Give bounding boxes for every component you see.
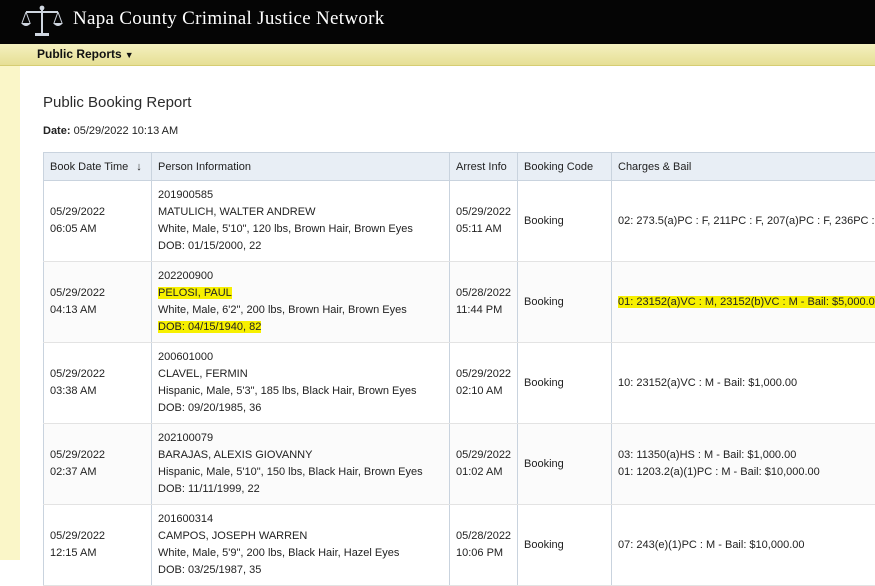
arrest-time: 01:02 AM [456,466,502,478]
sort-down-icon[interactable]: ↓ [136,161,142,173]
table-row: 05/29/2022 02:37 AM 202100079 BARAJAS, ALEX… [44,424,875,505]
charge-text: 03: 11350(a)HS : M - Bail: $1,000.00 [618,449,796,461]
person-dob: DOB: 11/11/1999, 22 [158,483,260,495]
book-date: 05/29/2022 [50,368,105,380]
book-date-time-cell: 05/29/2022 06:05 AM [44,181,152,262]
arrest-time: 10:06 PM [456,547,503,559]
public-reports-menu[interactable]: Public Reports▼ [37,47,134,61]
person-name: BARAJAS, ALEXIS GIOVANNY [158,449,312,461]
charges-bail-cell: 02: 273.5(a)PC : F, 211PC : F, 207(a)PC … [612,181,875,262]
charge-text: 01: 1203.2(a)(1)PC : M - Bail: $10,000.0… [618,466,820,478]
booking-code-cell: Booking [518,343,612,424]
person-description: Hispanic, Male, 5'10", 150 lbs, Black Ha… [158,466,423,478]
arrest-info-cell: 05/29/2022 05:11 AM [450,181,518,262]
person-information-cell: 201900585 MATULICH, WALTER ANDREW White, M… [152,181,450,262]
book-date-time-cell: 05/29/2022 02:37 AM [44,424,152,505]
column-header-arrest-info[interactable]: Arrest Info [450,153,518,181]
booking-number: 200601000 [158,351,213,363]
booking-number: 202100079 [158,432,213,444]
person-information-cell: 200601000 CLAVEL, FERMIN Hispanic, Male, 5… [152,343,450,424]
arrest-time: 11:44 PM [456,304,502,316]
booking-code-cell: Booking [518,181,612,262]
person-name: MATULICH, WALTER ANDREW [158,206,315,218]
top-header: Napa County Criminal Justice Network [0,0,875,44]
column-header-charges-bail[interactable]: Charges & Bail [612,153,875,181]
date-label: Date: [43,125,71,137]
table-row: 05/29/2022 12:15 AM 201600314 CAMPOS, JOSEP… [44,505,875,586]
book-date-time-cell: 05/29/2022 03:38 AM [44,343,152,424]
charge-text: 10: 23152(a)VC : M - Bail: $1,000.00 [618,377,797,389]
menu-bar: Public Reports▼ [0,44,875,66]
date-value: 05/29/2022 10:13 AM [74,125,179,137]
person-name: CAMPOS, JOSEPH WARREN [158,530,307,542]
charges-bail-cell: 10: 23152(a)VC : M - Bail: $1,000.00 [612,343,875,424]
book-date: 05/29/2022 [50,287,105,299]
charge-text: 07: 243(e)(1)PC : M - Bail: $10,000.00 [618,539,804,551]
book-time: 02:37 AM [50,466,96,478]
arrest-date: 05/28/2022 [456,287,511,299]
book-date-time-cell: 05/29/2022 04:13 AM [44,262,152,343]
arrest-time: 02:10 AM [456,385,502,397]
book-time: 12:15 AM [50,547,96,559]
person-description: Hispanic, Male, 5'3", 185 lbs, Black Hai… [158,385,417,397]
table-row: 05/29/2022 03:38 AM 200601000 CLAVEL, FERMI… [44,343,875,424]
public-reports-label: Public Reports [37,47,122,61]
main-content: Public Booking Report Date: 05/29/2022 1… [21,66,875,560]
person-description: White, Male, 6'2", 200 lbs, Brown Hair, … [158,304,407,316]
table-row: 05/29/2022 04:13 AM 202200900 PELOSI, PAUL W… [44,262,875,343]
arrest-date: 05/28/2022 [456,530,511,542]
person-name: CLAVEL, FERMIN [158,368,248,380]
book-time: 03:38 AM [50,385,96,397]
person-information-cell: 202200900 PELOSI, PAUL White, Male, 6'2", … [152,262,450,343]
person-description: White, Male, 5'10", 120 lbs, Brown Hair,… [158,223,413,235]
app-title: Napa County Criminal Justice Network [73,8,385,30]
arrest-info-cell: 05/28/2022 10:06 PM [450,505,518,586]
person-information-cell: 201600314 CAMPOS, JOSEPH WARREN White, Mal… [152,505,450,586]
report-date: Date: 05/29/2022 10:13 AM [43,125,178,137]
person-name: PELOSI, PAUL [158,287,232,299]
arrest-date: 05/29/2022 [456,449,511,461]
table-row: 05/29/2022 06:05 AM 201900585 MATULICH, WAL… [44,181,875,262]
book-date: 05/29/2022 [50,206,105,218]
arrest-info-cell: 05/29/2022 01:02 AM [450,424,518,505]
column-header-book-date-time[interactable]: Book Date Time↓ [44,153,152,181]
arrest-date: 05/29/2022 [456,368,511,380]
person-dob: DOB: 04/15/1940, 82 [158,321,261,333]
arrest-date: 05/29/2022 [456,206,511,218]
scales-of-justice-icon [20,4,64,38]
book-date: 05/29/2022 [50,449,105,461]
person-dob: DOB: 01/15/2000, 22 [158,240,261,252]
chevron-down-icon: ▼ [125,50,134,60]
charges-bail-cell: 01: 23152(a)VC : M, 23152(b)VC : M - Bai… [612,262,875,343]
book-date-time-cell: 05/29/2022 12:15 AM [44,505,152,586]
charge-text: 01: 23152(a)VC : M, 23152(b)VC : M - Bai… [618,296,875,308]
arrest-time: 05:11 AM [456,223,502,235]
person-dob: DOB: 09/20/1985, 36 [158,402,261,414]
arrest-info-cell: 05/28/2022 11:44 PM [450,262,518,343]
charges-bail-cell: 07: 243(e)(1)PC : M - Bail: $10,000.00 [612,505,875,586]
charge-text: 02: 273.5(a)PC : F, 211PC : F, 207(a)PC … [618,215,875,227]
column-header-person-information[interactable]: Person Information [152,153,450,181]
side-strip [0,66,20,560]
booking-code-cell: Booking [518,262,612,343]
book-time: 06:05 AM [50,223,96,235]
person-information-cell: 202100079 BARAJAS, ALEXIS GIOVANNY Hispani… [152,424,450,505]
person-description: White, Male, 5'9", 200 lbs, Black Hair, … [158,547,399,559]
arrest-info-cell: 05/29/2022 02:10 AM [450,343,518,424]
page-title: Public Booking Report [43,94,191,111]
charges-bail-cell: 03: 11350(a)HS : M - Bail: $1,000.00 01: … [612,424,875,505]
table-body: 05/29/2022 06:05 AM 201900585 MATULICH, WAL… [44,181,875,586]
booking-code-cell: Booking [518,505,612,586]
book-time: 04:13 AM [50,304,96,316]
booking-number: 201900585 [158,189,213,201]
booking-number: 201600314 [158,513,213,525]
booking-number: 202200900 [158,270,213,282]
booking-code-cell: Booking [518,424,612,505]
booking-table: Book Date Time↓ Person Information Arres… [43,152,875,586]
column-header-booking-code[interactable]: Booking Code [518,153,612,181]
book-date: 05/29/2022 [50,530,105,542]
table-header-row: Book Date Time↓ Person Information Arres… [44,153,875,181]
person-dob: DOB: 03/25/1987, 35 [158,564,261,576]
